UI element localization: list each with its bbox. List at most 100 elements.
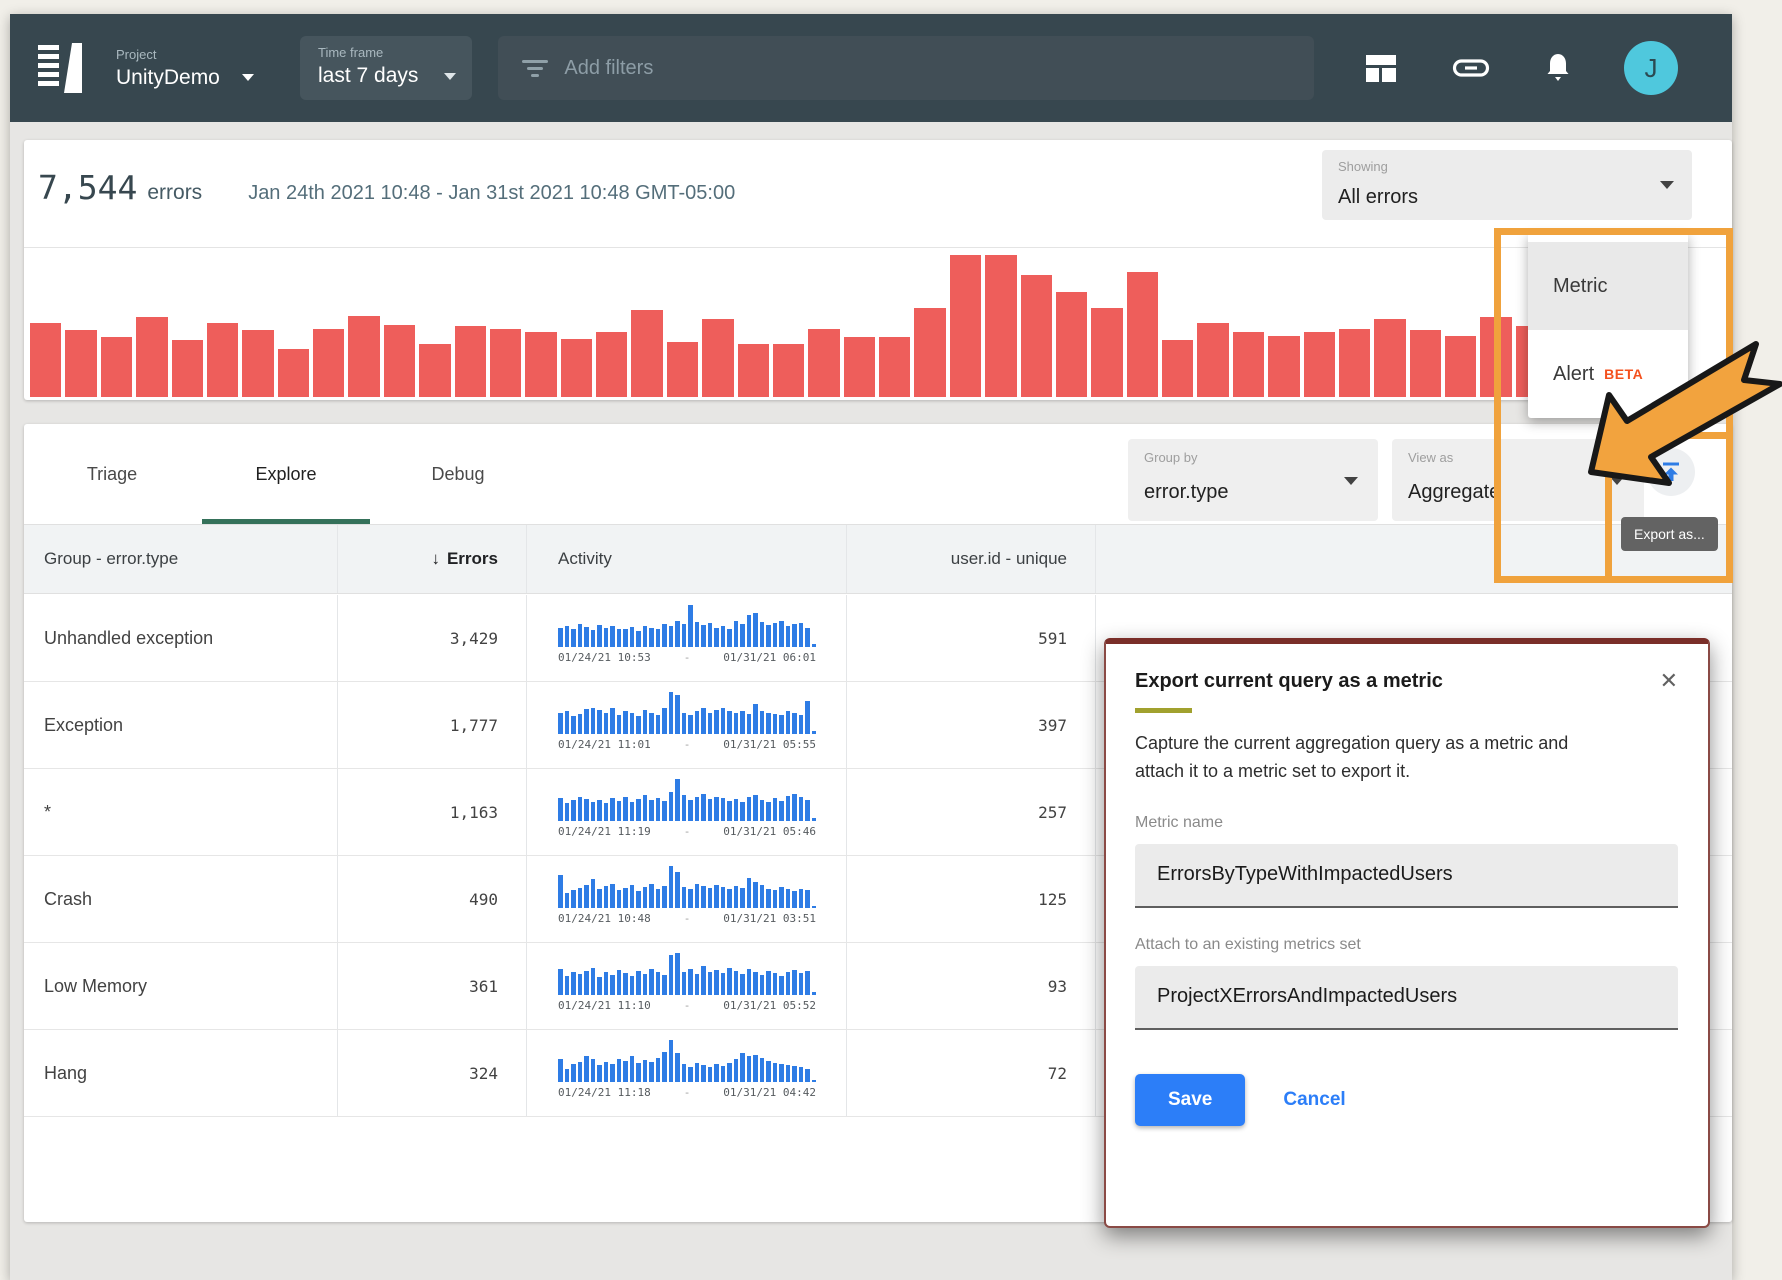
tab-debug[interactable]: Debug: [372, 424, 544, 524]
sparkline-bar: [584, 709, 589, 734]
project-selector[interactable]: Project UnityDemo: [116, 47, 274, 90]
activity-start-date: 01/24/21 11:18: [558, 1086, 651, 1099]
histogram-bar: [1056, 292, 1087, 397]
sparkline-bar: [617, 801, 622, 821]
col-header-errors[interactable]: ↓ Errors: [338, 525, 527, 593]
sparkline-bar: [792, 624, 797, 647]
error-histogram[interactable]: [30, 255, 1724, 397]
histogram-bar: [30, 323, 61, 397]
sparkline-bar: [721, 708, 726, 734]
dashboard-icon[interactable]: [1366, 55, 1396, 82]
activity-start-date: 01/24/21 10:48: [558, 912, 651, 925]
histogram-bar: [914, 308, 945, 397]
close-icon[interactable]: ✕: [1660, 670, 1678, 692]
modal-description: Capture the current aggregation query as…: [1135, 730, 1615, 786]
row-errors-cell: 361: [338, 943, 527, 1029]
sparkline-bar: [675, 872, 680, 908]
sparkline-bar: [688, 969, 693, 995]
sparkline-bar: [727, 711, 732, 734]
col-header-activity[interactable]: Activity: [527, 525, 847, 593]
row-users-cell: 397: [847, 682, 1096, 768]
sparkline-bar: [662, 975, 667, 995]
row-group-label[interactable]: Hang: [44, 1063, 87, 1084]
export-metric-modal: Export current query as a metric ✕ Captu…: [1104, 638, 1710, 1228]
tab-explore[interactable]: Explore: [200, 424, 372, 524]
sparkline-bar: [727, 968, 732, 995]
row-users-cell: 72: [847, 1030, 1096, 1116]
row-errors-count: 1,777: [450, 716, 498, 735]
sparkline-bar: [643, 710, 648, 734]
sparkline-bar: [591, 802, 596, 821]
sparkline-bar: [643, 626, 648, 647]
sparkline-bar: [675, 695, 680, 734]
sparkline-bar: [773, 890, 778, 908]
sparkline-bar: [734, 621, 739, 647]
sparkline-bar: [662, 801, 667, 821]
cancel-button[interactable]: Cancel: [1283, 1089, 1345, 1111]
sparkline-bar: [779, 801, 784, 821]
row-group-label[interactable]: Unhandled exception: [44, 628, 213, 649]
sparkline-bar: [812, 1080, 817, 1082]
histogram-bar: [384, 325, 415, 397]
timeframe-selector[interactable]: Time frame last 7 days: [300, 36, 472, 100]
row-group-label[interactable]: Exception: [44, 715, 123, 736]
histogram-bar: [348, 316, 379, 397]
sparkline-bar: [623, 797, 628, 821]
sparkline-bar: [734, 799, 739, 821]
sparkline-bar: [597, 800, 602, 821]
sparkline-bar: [682, 887, 687, 908]
row-group-label[interactable]: Crash: [44, 889, 92, 910]
link-icon[interactable]: [1452, 56, 1490, 80]
sparkline-bar: [779, 621, 784, 647]
sparkline-bar: [766, 889, 771, 908]
sparkline-bar: [727, 1063, 732, 1082]
sparkline-bar: [805, 701, 810, 734]
showing-dropdown[interactable]: Showing All errors: [1322, 150, 1692, 220]
col-header-users[interactable]: user.id - unique: [847, 525, 1096, 593]
sparkline-bar: [701, 794, 706, 821]
tab-triage[interactable]: Triage: [24, 424, 200, 524]
row-group-label[interactable]: *: [44, 802, 51, 823]
attach-set-input[interactable]: ProjectXErrorsAndImpactedUsers: [1135, 966, 1678, 1030]
sparkline-bar: [571, 629, 576, 647]
sparkline-bar: [786, 889, 791, 908]
date-separator: -: [684, 1086, 691, 1099]
row-group-label[interactable]: Low Memory: [44, 976, 147, 997]
user-avatar[interactable]: J: [1624, 41, 1678, 95]
notifications-bell-icon[interactable]: [1544, 52, 1572, 85]
sparkline-bar: [812, 818, 817, 821]
sparkline-bar: [779, 976, 784, 995]
sparkline-bar: [695, 711, 700, 734]
histogram-bar: [313, 329, 344, 397]
sparkline-bar: [792, 891, 797, 908]
error-count: 7,544: [38, 168, 137, 207]
sparkline-bar: [649, 628, 654, 647]
sparkline-bar: [623, 711, 628, 734]
avatar-initial: J: [1645, 53, 1658, 84]
histogram-bar: [879, 337, 910, 397]
sparkline-bar: [682, 624, 687, 647]
sparkline-bar: [630, 802, 635, 821]
sparkline-bar: [597, 625, 602, 647]
sparkline-bar: [695, 622, 700, 647]
sparkline-bar: [617, 890, 622, 908]
sparkline-bar: [623, 973, 628, 995]
sparkline-bar: [714, 710, 719, 734]
sparkline-bar: [662, 624, 667, 647]
sparkline-bar: [773, 623, 778, 647]
sparkline-bar: [727, 889, 732, 908]
add-filters-input[interactable]: Add filters: [498, 36, 1314, 100]
group-by-dropdown[interactable]: Group by error.type: [1128, 439, 1378, 521]
save-button[interactable]: Save: [1135, 1074, 1245, 1126]
sparkline-bar: [636, 891, 641, 908]
sparkline-bar: [617, 1059, 622, 1082]
metric-name-input[interactable]: ErrorsByTypeWithImpactedUsers: [1135, 844, 1678, 908]
sparkline-bar: [597, 710, 602, 734]
histogram-bar: [596, 332, 627, 397]
col-header-group[interactable]: Group - error.type: [24, 525, 338, 593]
sparkline-bar: [565, 893, 570, 908]
row-errors-count: 490: [469, 890, 498, 909]
activity-sparkline: 01/24/21 11:10-01/31/21 05:52: [558, 951, 816, 1021]
sparkline-bar: [805, 890, 810, 908]
sparkline-bar: [747, 1056, 752, 1082]
